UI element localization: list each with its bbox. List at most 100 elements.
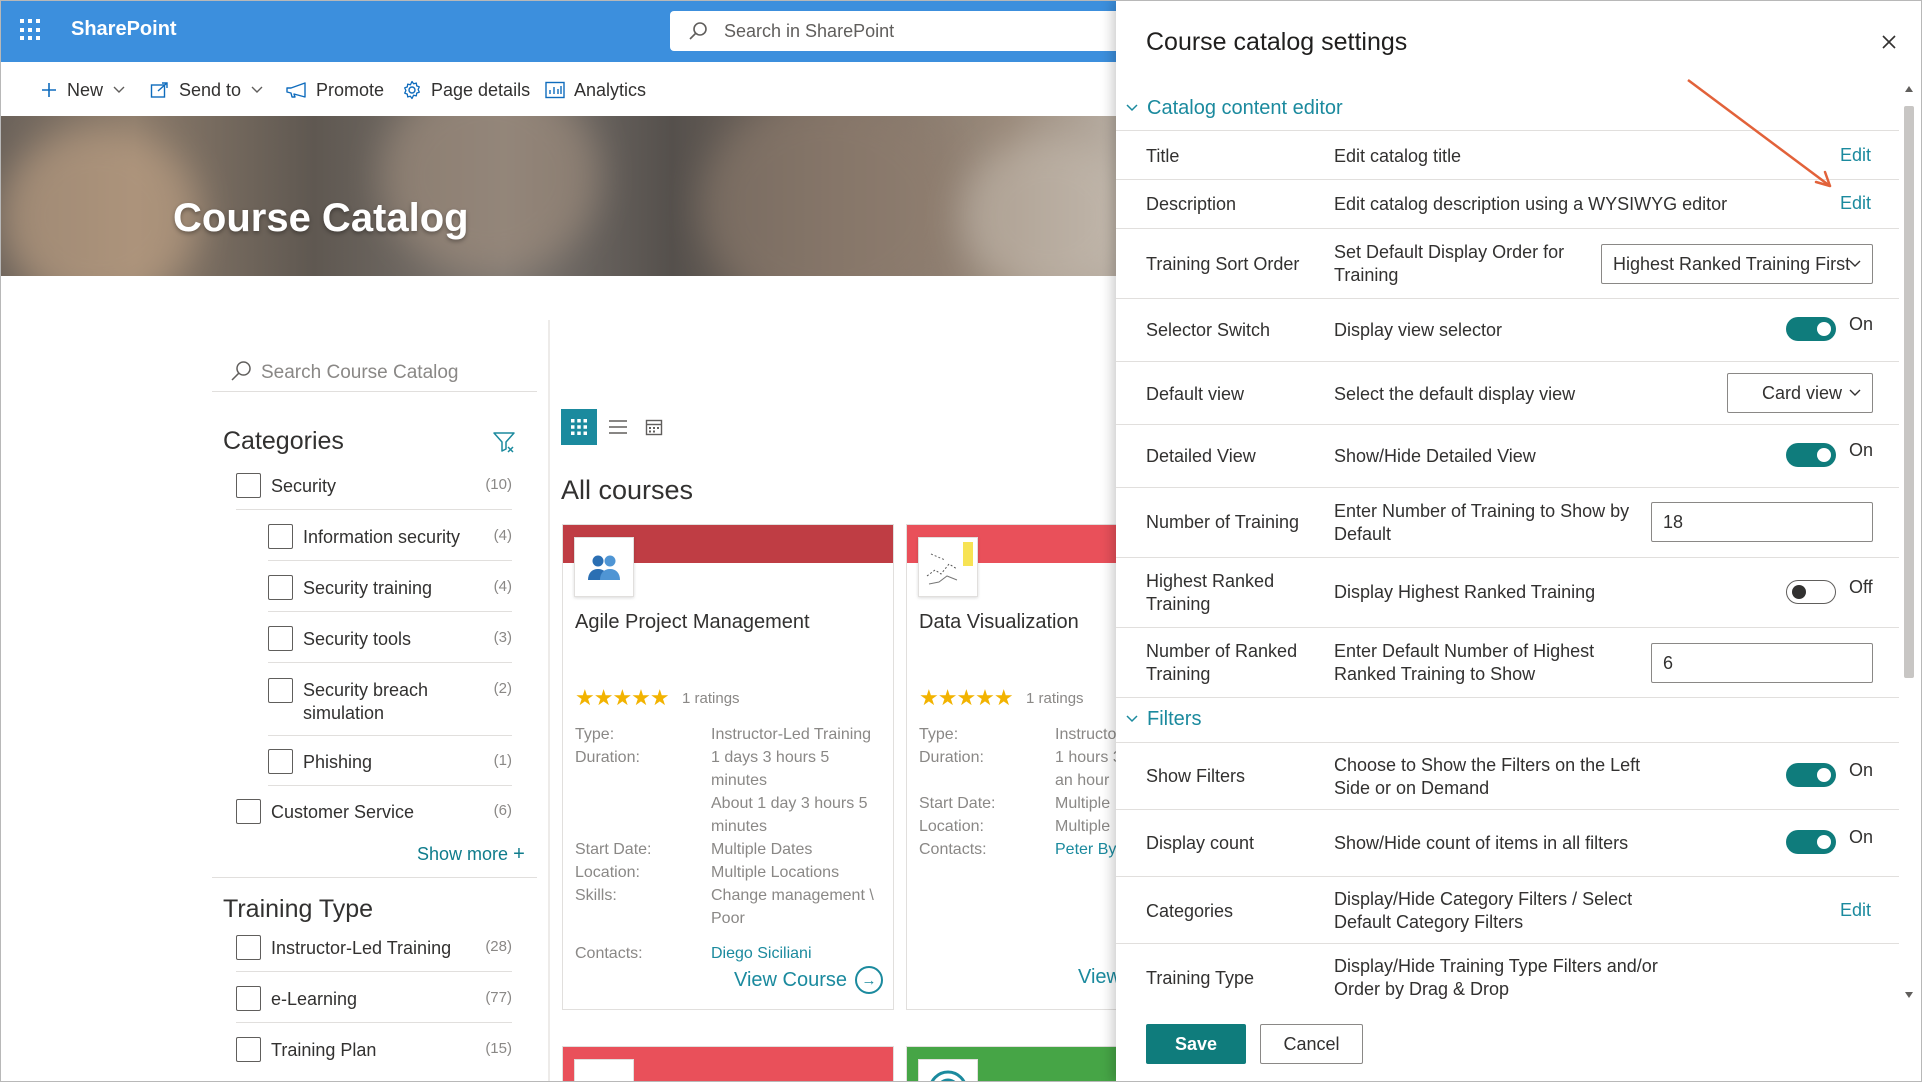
edit-title-link[interactable]: Edit [1840, 145, 1871, 166]
page-details-label: Page details [431, 79, 531, 100]
app-launcher-icon[interactable] [20, 19, 42, 41]
filter-item-label: Security tools [303, 629, 412, 649]
section-catalog-content-editor[interactable]: Catalog content editor [1126, 86, 1343, 130]
checkbox[interactable] [268, 749, 293, 774]
edit-categories-link[interactable]: Edit [1840, 900, 1871, 921]
course-card[interactable] [562, 1046, 894, 1082]
toggle-state: On [1849, 760, 1874, 780]
checkbox[interactable] [236, 986, 261, 1011]
analytics-button[interactable]: Analytics [545, 78, 646, 102]
save-button[interactable]: Save [1146, 1024, 1246, 1064]
course-search-placeholder: Search Course Catalog [261, 362, 459, 383]
checkbox[interactable] [268, 678, 293, 703]
display-count-toggle[interactable] [1786, 830, 1836, 854]
filter-item-information-security[interactable]: Information security (4) [268, 511, 512, 561]
contact-link[interactable]: Diego Siciliani [711, 942, 885, 965]
number-of-training-input[interactable]: 18 [1651, 502, 1873, 542]
show-more-label: Show more [417, 844, 509, 864]
scroll-down-icon[interactable] [1905, 992, 1913, 998]
view-course-link[interactable]: View Course → [734, 966, 884, 994]
search-icon [231, 361, 251, 381]
calendar-view-toggle[interactable] [636, 409, 672, 445]
app-name[interactable]: SharePoint [71, 18, 177, 41]
setting-description: Edit catalog description using a WYSIWYG… [1334, 194, 1728, 214]
checkbox[interactable] [236, 1037, 261, 1062]
categories-heading: Categories [223, 427, 344, 455]
filter-item-security-tools[interactable]: Security tools (3) [268, 613, 512, 663]
course-card[interactable]: Agile Project Management ★★★★★ 1 ratings… [562, 524, 894, 1010]
setting-row-sort-order: Training Sort Order Set Default Display … [1116, 228, 1899, 298]
divider [212, 877, 537, 878]
filter-item-security-training[interactable]: Security training (4) [268, 562, 512, 612]
filter-item-label: Customer Service [271, 802, 415, 822]
setting-label: Description [1146, 194, 1237, 214]
view-course-link[interactable]: View [1078, 966, 1121, 989]
detail-key: Duration: [575, 749, 640, 766]
close-icon[interactable] [1881, 34, 1897, 50]
panel-scrollbar[interactable] [1901, 84, 1917, 1004]
detailed-view-toggle[interactable] [1786, 443, 1836, 467]
section-filters[interactable]: Filters [1126, 697, 1201, 741]
selector-switch-toggle[interactable] [1786, 317, 1836, 341]
setting-row-number-ranked: Number of Ranked Training Enter Default … [1116, 627, 1899, 697]
show-filters-toggle[interactable] [1786, 763, 1836, 787]
filter-item-label: Information security [303, 527, 461, 547]
section-label: Filters [1147, 707, 1202, 730]
setting-description: Display/Hide Category Filters / Select D… [1334, 889, 1633, 932]
highest-ranked-toggle[interactable] [1786, 580, 1836, 604]
edit-description-link[interactable]: Edit [1840, 193, 1871, 214]
checkbox[interactable] [236, 799, 261, 824]
divider [1116, 697, 1899, 698]
filter-item-training-plan[interactable]: Training Plan (15) [236, 1024, 512, 1074]
detail-key: Location: [575, 864, 640, 881]
card-view-toggle[interactable] [561, 409, 597, 445]
sort-order-dropdown[interactable]: Highest Ranked Training First [1601, 244, 1873, 284]
show-more-link[interactable]: Show more + [417, 843, 525, 866]
command-bar: New Send to Promote Page details Analyti… [0, 62, 1120, 116]
setting-description: Choose to Show the Filters on the Left S… [1334, 755, 1641, 798]
settings-scroll-area: Catalog content editor Title Edit catalo… [1116, 82, 1916, 1007]
checkbox[interactable] [236, 473, 261, 498]
setting-label: Highest Ranked Training [1146, 571, 1275, 614]
send-to-button[interactable]: Send to [150, 78, 263, 102]
page-details-button[interactable]: Page details [402, 78, 530, 102]
filter-item-e-learning[interactable]: e-Learning (77) [236, 973, 512, 1023]
course-search-input[interactable]: Search Course Catalog [212, 348, 537, 392]
setting-description: Enter Number of Training to Show by Defa… [1334, 501, 1630, 544]
setting-description: Display Highest Ranked Training [1334, 582, 1596, 602]
course-title[interactable]: Agile Project Management [575, 611, 810, 634]
setting-row-selector-switch: Selector Switch Display view selector On [1116, 298, 1899, 361]
section-label: Catalog content editor [1147, 96, 1343, 119]
detail-key: Start Date: [919, 795, 996, 812]
list-view-toggle[interactable] [600, 409, 636, 445]
checkbox[interactable] [268, 524, 293, 549]
setting-description: Display view selector [1334, 320, 1503, 340]
scrollbar-thumb[interactable] [1904, 106, 1914, 678]
filter-item-security[interactable]: Security (10) [236, 460, 512, 510]
checkbox[interactable] [268, 626, 293, 651]
filter-item-label: Instructor-Led Training [271, 938, 452, 958]
chevron-down-icon [251, 86, 263, 93]
chevron-down-icon [113, 86, 125, 93]
filter-icon[interactable] [492, 430, 516, 454]
chevron-down-icon [1126, 104, 1138, 112]
scroll-up-icon[interactable] [1905, 86, 1913, 92]
filter-item-customer-service[interactable]: Customer Service (6) [236, 786, 512, 836]
promote-button[interactable]: Promote [285, 78, 384, 102]
number-ranked-input[interactable]: 6 [1651, 643, 1873, 683]
filter-item-phishing[interactable]: Phishing (1) [268, 736, 512, 786]
setting-row-detailed-view: Detailed View Show/Hide Detailed View On [1116, 424, 1899, 487]
gear-icon [404, 80, 420, 100]
analytics-icon [545, 81, 565, 99]
toggle-state: Off [1849, 577, 1873, 597]
detail-value: Multiple Locations [711, 864, 840, 881]
checkbox[interactable] [236, 935, 261, 960]
toggle-state: On [1849, 827, 1874, 847]
default-view-dropdown[interactable]: Card view [1727, 373, 1873, 413]
filter-item-instructor-led[interactable]: Instructor-Led Training (28) [236, 922, 512, 972]
checkbox[interactable] [268, 575, 293, 600]
filter-item-security-breach-simulation[interactable]: Security breach simulation (2) [268, 664, 512, 736]
cancel-button[interactable]: Cancel [1260, 1024, 1363, 1064]
new-button[interactable]: New [40, 78, 125, 102]
course-title[interactable]: Data Visualization [919, 611, 1079, 634]
